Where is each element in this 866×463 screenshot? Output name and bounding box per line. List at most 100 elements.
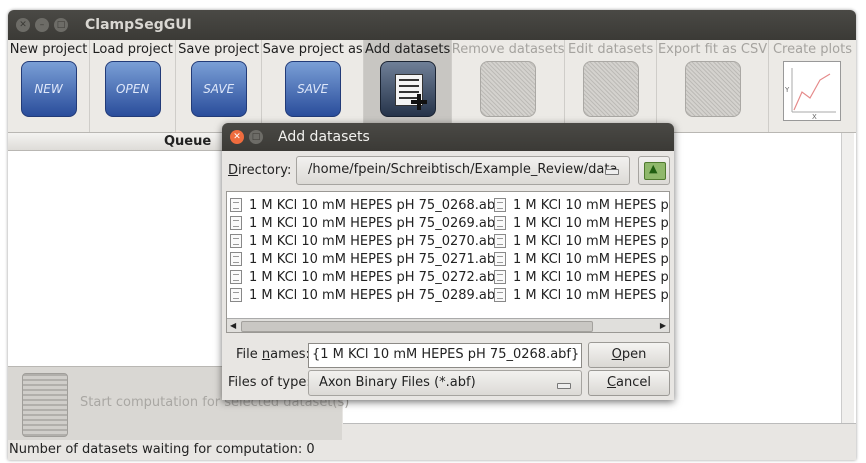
cancel-button[interactable]: Cancel bbox=[588, 370, 670, 396]
save-as-icon-text: SAVE bbox=[297, 82, 329, 96]
file-item[interactable]: 1 M KCl 10 mM HEPES pH bbox=[491, 286, 670, 304]
file-name: 1 M KCl 10 mM HEPES pH bbox=[513, 215, 670, 231]
edit-list-icon bbox=[582, 61, 639, 117]
scroll-thumb[interactable] bbox=[241, 321, 593, 332]
file-item[interactable]: 1 M KCl 10 mM HEPES pH bbox=[491, 196, 670, 214]
queue-header-label: Queue bbox=[164, 134, 212, 149]
load-project-button[interactable]: Load project OPEN bbox=[90, 40, 177, 132]
file-item[interactable]: 1 M KCl 10 mM HEPES pH bbox=[491, 250, 670, 268]
file-item[interactable]: 1 M KCl 10 mM HEPES pH bbox=[491, 214, 670, 232]
file-item[interactable]: 1 M KCl 10 mM HEPES pH 75_0289.abf bbox=[227, 286, 500, 304]
file-item[interactable]: 1 M KCl 10 mM HEPES pH 75_0268.abf bbox=[227, 196, 500, 214]
file-icon bbox=[494, 270, 506, 284]
file-item[interactable]: 1 M KCl 10 mM HEPES pH 75_0270.abf bbox=[227, 232, 500, 250]
file-list[interactable]: 1 M KCl 10 mM HEPES pH 75_0268.abf 1 M K… bbox=[226, 191, 670, 333]
file-list-scrollbar[interactable]: ◀ ▶ bbox=[227, 318, 669, 332]
status-text: Number of datasets waiting for computati… bbox=[9, 442, 315, 457]
close-icon[interactable]: ✕ bbox=[16, 18, 30, 32]
dropdown-icon bbox=[557, 383, 571, 389]
export-icon bbox=[684, 61, 741, 117]
add-datasets-label: Add datasets bbox=[365, 42, 451, 57]
add-datasets-button[interactable]: Add datasets bbox=[364, 40, 453, 132]
file-column-2: 1 M KCl 10 mM HEPES pH 1 M KCl 10 mM HEP… bbox=[491, 196, 670, 304]
status-bar: Number of datasets waiting for computati… bbox=[8, 440, 856, 460]
minimize-icon[interactable]: – bbox=[35, 18, 49, 32]
dialog-maximize-icon[interactable]: □ bbox=[249, 130, 263, 144]
create-plots-label: Create plots bbox=[772, 42, 852, 57]
remove-datasets-button[interactable]: Remove datasets bbox=[452, 40, 566, 132]
edit-datasets-label: Edit datasets bbox=[568, 42, 654, 57]
calculator-icon bbox=[22, 373, 68, 437]
new-project-button[interactable]: New project NEW bbox=[8, 40, 91, 132]
file-item[interactable]: 1 M KCl 10 mM HEPES pH 75_0272.abf bbox=[227, 268, 500, 286]
file-item[interactable]: 1 M KCl 10 mM HEPES pH bbox=[491, 268, 670, 286]
file-name: 1 M KCl 10 mM HEPES pH 75_0289.abf bbox=[249, 287, 500, 303]
save-project-as-label: Save project as bbox=[262, 42, 363, 57]
directory-value: /home/fpein/Schreibtisch/Example_Review/… bbox=[308, 162, 618, 177]
file-name: 1 M KCl 10 mM HEPES pH bbox=[513, 251, 670, 267]
files-of-type-value: Axon Binary Files (*.abf) bbox=[319, 375, 476, 390]
file-name: 1 M KCl 10 mM HEPES pH bbox=[513, 197, 670, 213]
file-item[interactable]: 1 M KCl 10 mM HEPES pH bbox=[491, 232, 669, 250]
remove-list-icon bbox=[480, 61, 537, 117]
file-item[interactable]: 1 M KCl 10 mM HEPES pH 75_0271.abf bbox=[227, 250, 500, 268]
file-icon bbox=[494, 252, 506, 266]
file-names-input[interactable]: {1 M KCl 10 mM HEPES pH 75_0268.abf} {1 bbox=[308, 343, 582, 368]
dialog-titlebar: ✕ □ Add datasets bbox=[222, 123, 674, 151]
plot-icon: Y X bbox=[783, 61, 842, 121]
file-icon bbox=[230, 270, 242, 284]
window-title: ClampSegGUI bbox=[85, 17, 192, 33]
dropdown-icon bbox=[605, 169, 619, 175]
vertical-scrollbar[interactable] bbox=[841, 133, 854, 436]
file-icon bbox=[230, 252, 242, 266]
export-fit-button[interactable]: Export fit as CSV bbox=[657, 40, 769, 132]
open-button[interactable]: Open bbox=[588, 342, 670, 368]
file-icon bbox=[494, 288, 506, 302]
open-icon-text: OPEN bbox=[116, 82, 150, 96]
file-icon bbox=[494, 198, 506, 212]
main-titlebar: ✕ – □ ClampSegGUI bbox=[8, 10, 856, 40]
file-icon bbox=[230, 198, 242, 212]
file-column-1: 1 M KCl 10 mM HEPES pH 75_0268.abf 1 M K… bbox=[227, 196, 500, 304]
add-list-icon bbox=[379, 61, 436, 117]
files-of-type-combobox[interactable]: Axon Binary Files (*.abf) bbox=[308, 370, 582, 396]
file-icon bbox=[230, 216, 242, 230]
file-name: 1 M KCl 10 mM HEPES pH 75_0269.abf bbox=[249, 215, 500, 231]
new-icon-text: NEW bbox=[34, 82, 63, 96]
scroll-left-icon[interactable]: ◀ bbox=[230, 321, 236, 330]
dialog-title: Add datasets bbox=[278, 129, 370, 145]
new-folder-icon: NEW bbox=[20, 61, 77, 117]
file-icon bbox=[494, 216, 506, 230]
file-name: 1 M KCl 10 mM HEPES pH 75_0272.abf bbox=[249, 269, 500, 285]
file-name: 1 M KCl 10 mM HEPES pH 75_0271.abf bbox=[249, 251, 500, 267]
save-project-as-button[interactable]: Save project as SAVE bbox=[262, 40, 365, 132]
directory-combobox[interactable]: /home/fpein/Schreibtisch/Example_Review/… bbox=[296, 156, 630, 185]
file-name: 1 M KCl 10 mM HEPES pH 75_0268.abf bbox=[249, 197, 500, 213]
files-of-type-label: Files of type: bbox=[228, 375, 311, 390]
maximize-icon[interactable]: □ bbox=[54, 18, 68, 32]
save-project-button[interactable]: Save project SAVE bbox=[176, 40, 263, 132]
add-datasets-dialog: ✕ □ Add datasets Directory: /home/fpein/… bbox=[222, 123, 674, 400]
new-project-label: New project bbox=[9, 42, 88, 57]
scroll-right-icon[interactable]: ▶ bbox=[660, 321, 666, 330]
toolbar: New project NEW Load project OPEN Save p… bbox=[8, 40, 856, 133]
file-name: 1 M KCl 10 mM HEPES pH bbox=[513, 287, 670, 303]
file-icon bbox=[230, 234, 242, 248]
export-fit-label: Export fit as CSV bbox=[657, 42, 768, 57]
save-as-folder-icon: SAVE bbox=[284, 61, 341, 117]
file-name: 1 M KCl 10 mM HEPES pH bbox=[513, 269, 670, 285]
save-icon-text: SAVE bbox=[203, 82, 235, 96]
dialog-close-icon[interactable]: ✕ bbox=[230, 130, 244, 144]
edit-datasets-button[interactable]: Edit datasets bbox=[565, 40, 658, 132]
plot-x-label: X bbox=[812, 113, 817, 120]
file-item[interactable]: 1 M KCl 10 mM HEPES pH 75_0269.abf bbox=[227, 214, 500, 232]
folder-up-icon bbox=[644, 162, 666, 180]
horizontal-scrollbar[interactable] bbox=[343, 423, 856, 438]
parent-folder-button[interactable] bbox=[638, 156, 670, 185]
file-icon bbox=[494, 234, 506, 248]
directory-label: Directory: bbox=[228, 163, 292, 178]
file-icon bbox=[230, 288, 242, 302]
load-project-label: Load project bbox=[92, 42, 173, 57]
create-plots-button[interactable]: Create plots Y X bbox=[769, 40, 856, 132]
save-folder-icon: SAVE bbox=[190, 61, 247, 117]
